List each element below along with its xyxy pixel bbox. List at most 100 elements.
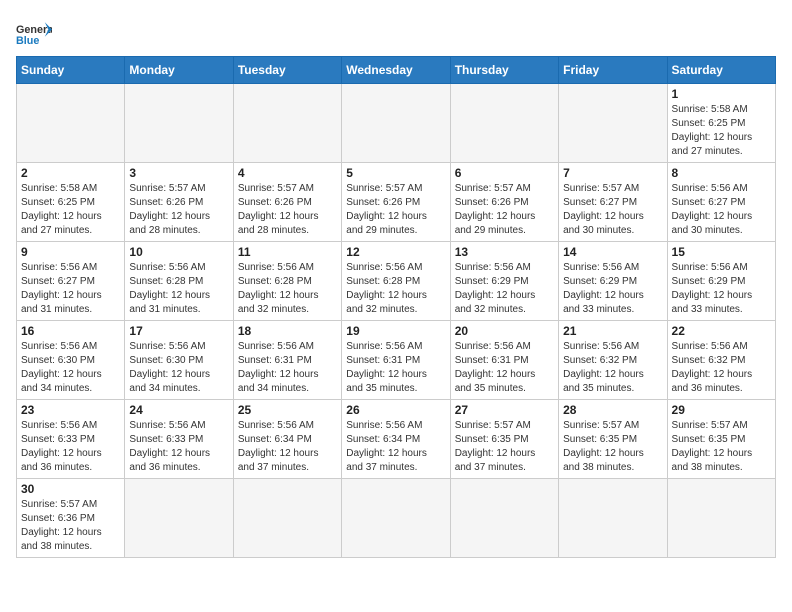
calendar-cell: 19 Sunrise: 5:56 AM Sunset: 6:31 PM Dayli… [342, 321, 450, 400]
calendar-cell [342, 84, 450, 163]
calendar-cell: 7Sunrise: 5:57 AM Sunset: 6:27 PM Daylig… [559, 163, 667, 242]
day-number: 15 [672, 245, 771, 259]
day-number: 28 [563, 403, 662, 417]
day-number: 10 [129, 245, 228, 259]
day-info: Sunrise: 5:58 AM Sunset: 6:25 PM Dayligh… [21, 182, 120, 238]
page-header: General Blue [16, 16, 776, 48]
day-info: Sunrise: 5:56 AM Sunset: 6:29 PM Dayligh… [563, 261, 662, 317]
calendar-cell: 26Sunrise: 5:56 AM Sunset: 6:34 PM Dayli… [342, 400, 450, 479]
day-header-saturday: Saturday [667, 57, 775, 84]
calendar-cell [450, 479, 558, 558]
day-number: 9 [21, 245, 120, 259]
day-number: 30 [21, 482, 120, 496]
day-number: 19 [346, 324, 445, 338]
day-info: Sunrise: 5:57 AM Sunset: 6:27 PM Dayligh… [563, 182, 662, 238]
calendar-cell: 3Sunrise: 5:57 AM Sunset: 6:26 PM Daylig… [125, 163, 233, 242]
calendar-cell [559, 479, 667, 558]
day-info: Sunrise: 5:57 AM Sunset: 6:35 PM Dayligh… [563, 419, 662, 475]
day-header-sunday: Sunday [17, 57, 125, 84]
day-number: 3 [129, 166, 228, 180]
day-info: Sunrise: 5:56 AM Sunset: 6:30 PM Dayligh… [129, 340, 228, 396]
calendar-cell: 4 Sunrise: 5:57 AM Sunset: 6:26 PM Daylig… [233, 163, 341, 242]
calendar-cell: 24 Sunrise: 5:56 AM Sunset: 6:33 PM Dayli… [125, 400, 233, 479]
day-header-tuesday: Tuesday [233, 57, 341, 84]
calendar-cell: 22 Sunrise: 5:56 AM Sunset: 6:32 PM Dayli… [667, 321, 775, 400]
day-info: Sunrise: 5:56 AM Sunset: 6:33 PM Dayligh… [129, 419, 228, 475]
day-number: 27 [455, 403, 554, 417]
week-row-6: 30 Sunrise: 5:57 AM Sunset: 6:36 PM Dayli… [17, 479, 776, 558]
week-row-5: 23 Sunrise: 5:56 AM Sunset: 6:33 PM Dayli… [17, 400, 776, 479]
day-info: Sunrise: 5:58 AM Sunset: 6:25 PM Dayligh… [672, 103, 771, 159]
day-info: Sunrise: 5:56 AM Sunset: 6:31 PM Dayligh… [455, 340, 554, 396]
week-row-2: 2 Sunrise: 5:58 AM Sunset: 6:25 PM Daylig… [17, 163, 776, 242]
day-number: 20 [455, 324, 554, 338]
calendar-table: SundayMondayTuesdayWednesdayThursdayFrid… [16, 56, 776, 558]
day-info: Sunrise: 5:56 AM Sunset: 6:28 PM Dayligh… [346, 261, 445, 317]
day-number: 26 [346, 403, 445, 417]
day-number: 2 [21, 166, 120, 180]
day-number: 24 [129, 403, 228, 417]
logo: General Blue [16, 20, 52, 48]
calendar-cell: 5Sunrise: 5:57 AM Sunset: 6:26 PM Daylig… [342, 163, 450, 242]
day-info: Sunrise: 5:56 AM Sunset: 6:29 PM Dayligh… [455, 261, 554, 317]
day-info: Sunrise: 5:57 AM Sunset: 6:26 PM Dayligh… [346, 182, 445, 238]
day-number: 13 [455, 245, 554, 259]
calendar-cell: 21Sunrise: 5:56 AM Sunset: 6:32 PM Dayli… [559, 321, 667, 400]
calendar-cell: 15Sunrise: 5:56 AM Sunset: 6:29 PM Dayli… [667, 242, 775, 321]
day-info: Sunrise: 5:56 AM Sunset: 6:28 PM Dayligh… [129, 261, 228, 317]
calendar-cell [125, 84, 233, 163]
day-number: 23 [21, 403, 120, 417]
day-info: Sunrise: 5:57 AM Sunset: 6:26 PM Dayligh… [455, 182, 554, 238]
day-info: Sunrise: 5:57 AM Sunset: 6:35 PM Dayligh… [455, 419, 554, 475]
calendar-cell: 20 Sunrise: 5:56 AM Sunset: 6:31 PM Dayli… [450, 321, 558, 400]
day-header-wednesday: Wednesday [342, 57, 450, 84]
calendar-cell: 28 Sunrise: 5:57 AM Sunset: 6:35 PM Dayli… [559, 400, 667, 479]
day-number: 14 [563, 245, 662, 259]
day-info: Sunrise: 5:57 AM Sunset: 6:26 PM Dayligh… [238, 182, 337, 238]
calendar-cell: 29 Sunrise: 5:57 AM Sunset: 6:35 PM Dayli… [667, 400, 775, 479]
day-header-monday: Monday [125, 57, 233, 84]
calendar-cell: 23 Sunrise: 5:56 AM Sunset: 6:33 PM Dayli… [17, 400, 125, 479]
calendar-cell [17, 84, 125, 163]
day-number: 25 [238, 403, 337, 417]
day-header-thursday: Thursday [450, 57, 558, 84]
day-number: 1 [672, 87, 771, 101]
day-header-friday: Friday [559, 57, 667, 84]
calendar-cell: 9Sunrise: 5:56 AM Sunset: 6:27 PM Daylig… [17, 242, 125, 321]
calendar-cell: 10 Sunrise: 5:56 AM Sunset: 6:28 PM Dayli… [125, 242, 233, 321]
calendar-cell: 17 Sunrise: 5:56 AM Sunset: 6:30 PM Dayli… [125, 321, 233, 400]
week-row-3: 9Sunrise: 5:56 AM Sunset: 6:27 PM Daylig… [17, 242, 776, 321]
day-info: Sunrise: 5:56 AM Sunset: 6:30 PM Dayligh… [21, 340, 120, 396]
calendar-cell: 12 Sunrise: 5:56 AM Sunset: 6:28 PM Dayli… [342, 242, 450, 321]
calendar-cell: 14 Sunrise: 5:56 AM Sunset: 6:29 PM Dayli… [559, 242, 667, 321]
day-info: Sunrise: 5:57 AM Sunset: 6:36 PM Dayligh… [21, 498, 120, 554]
day-info: Sunrise: 5:56 AM Sunset: 6:33 PM Dayligh… [21, 419, 120, 475]
logo-icon: General Blue [16, 20, 52, 48]
calendar-cell: 16 Sunrise: 5:56 AM Sunset: 6:30 PM Dayli… [17, 321, 125, 400]
day-info: Sunrise: 5:57 AM Sunset: 6:35 PM Dayligh… [672, 419, 771, 475]
calendar-cell: 13 Sunrise: 5:56 AM Sunset: 6:29 PM Dayli… [450, 242, 558, 321]
day-info: Sunrise: 5:56 AM Sunset: 6:32 PM Dayligh… [563, 340, 662, 396]
day-number: 22 [672, 324, 771, 338]
svg-text:Blue: Blue [16, 35, 39, 47]
calendar-cell [233, 84, 341, 163]
day-number: 29 [672, 403, 771, 417]
day-info: Sunrise: 5:56 AM Sunset: 6:27 PM Dayligh… [672, 182, 771, 238]
day-number: 6 [455, 166, 554, 180]
calendar-cell [450, 84, 558, 163]
calendar-cell [125, 479, 233, 558]
day-number: 11 [238, 245, 337, 259]
day-number: 17 [129, 324, 228, 338]
calendar-cell [342, 479, 450, 558]
day-number: 18 [238, 324, 337, 338]
day-info: Sunrise: 5:56 AM Sunset: 6:32 PM Dayligh… [672, 340, 771, 396]
calendar-cell: 27 Sunrise: 5:57 AM Sunset: 6:35 PM Dayli… [450, 400, 558, 479]
week-row-1: 1 Sunrise: 5:58 AM Sunset: 6:25 PM Daylig… [17, 84, 776, 163]
day-number: 4 [238, 166, 337, 180]
calendar-cell: 11Sunrise: 5:56 AM Sunset: 6:28 PM Dayli… [233, 242, 341, 321]
calendar-cell [559, 84, 667, 163]
day-number: 12 [346, 245, 445, 259]
day-info: Sunrise: 5:56 AM Sunset: 6:31 PM Dayligh… [346, 340, 445, 396]
day-number: 16 [21, 324, 120, 338]
calendar-cell: 18Sunrise: 5:56 AM Sunset: 6:31 PM Dayli… [233, 321, 341, 400]
